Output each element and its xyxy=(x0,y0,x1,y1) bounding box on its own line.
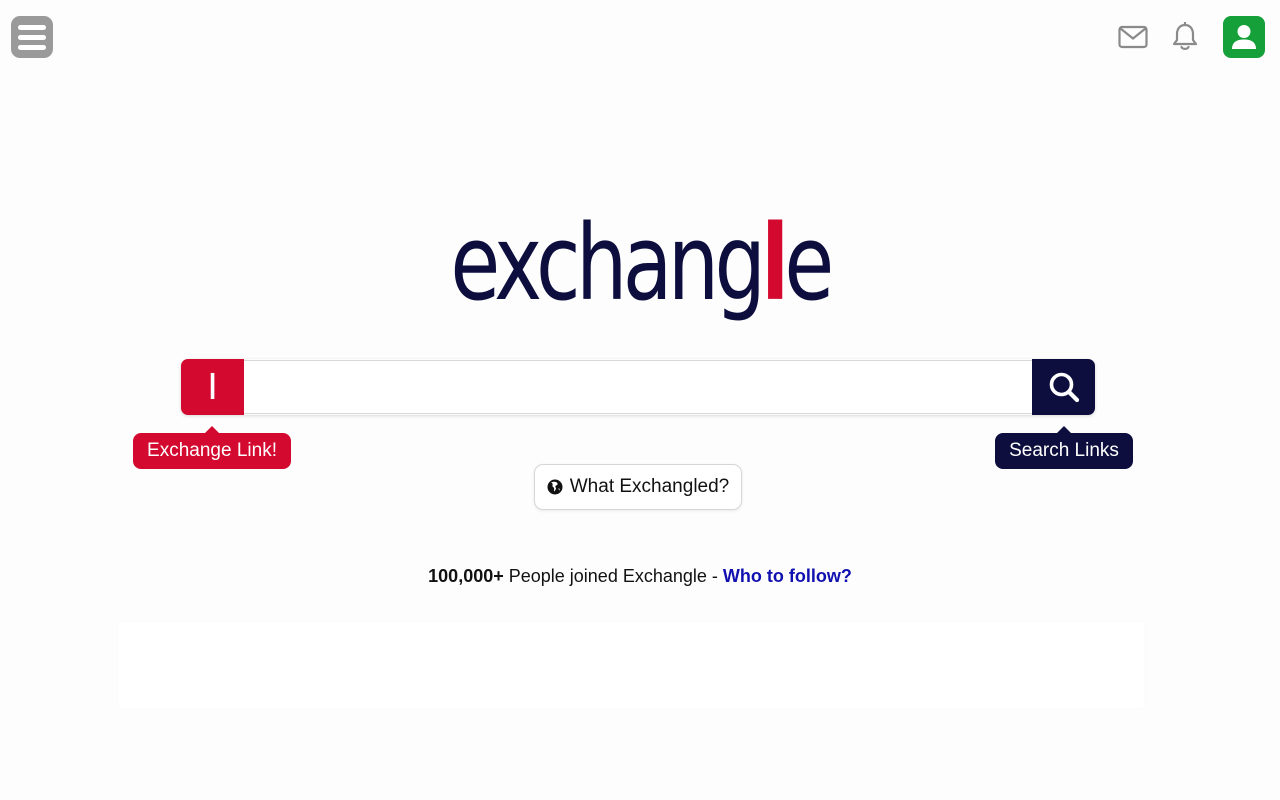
messages-button[interactable] xyxy=(1117,16,1149,58)
who-to-follow-link[interactable]: Who to follow? xyxy=(723,566,852,586)
members-count-line: 100,000+ People joined Exchangle - Who t… xyxy=(0,566,1280,587)
header-actions xyxy=(1117,16,1265,58)
what-exchangled-label: What Exchangled? xyxy=(569,476,730,497)
bell-icon xyxy=(1172,22,1198,50)
hamburger-menu-icon-bar xyxy=(18,34,46,40)
search-bar: I xyxy=(181,359,1095,415)
exchange-link-tooltip: Exchange Link! xyxy=(133,426,291,469)
what-exchangled-button[interactable]: What Exchangled? xyxy=(534,464,742,510)
logo-accent-letter: l xyxy=(761,202,789,324)
envelope-icon xyxy=(1118,25,1148,49)
exchange-link-button[interactable]: I xyxy=(181,359,244,415)
search-input[interactable] xyxy=(244,360,1032,414)
search-links-tooltip: Search Links xyxy=(995,426,1133,469)
magnifier-icon xyxy=(1049,372,1079,403)
notifications-button[interactable] xyxy=(1169,16,1201,58)
content-panel xyxy=(118,622,1144,708)
menu-button[interactable] xyxy=(11,16,53,58)
user-icon xyxy=(1232,25,1256,49)
exchange-link-glyph: I xyxy=(207,366,218,408)
logo-text: exchang xyxy=(450,202,766,324)
search-button[interactable] xyxy=(1032,359,1095,415)
hamburger-menu-icon xyxy=(18,24,46,30)
hamburger-menu-icon-bar xyxy=(18,44,46,50)
globe-icon xyxy=(547,479,563,495)
members-count: 100,000+ xyxy=(428,566,504,586)
members-text: People joined Exchangle - xyxy=(503,566,723,586)
page: exchangle I Exchange Link! Search Links … xyxy=(0,0,1280,800)
logo-text-end: e xyxy=(784,202,834,324)
site-logo[interactable]: exchangle xyxy=(141,203,1139,323)
profile-button[interactable] xyxy=(1223,16,1265,58)
